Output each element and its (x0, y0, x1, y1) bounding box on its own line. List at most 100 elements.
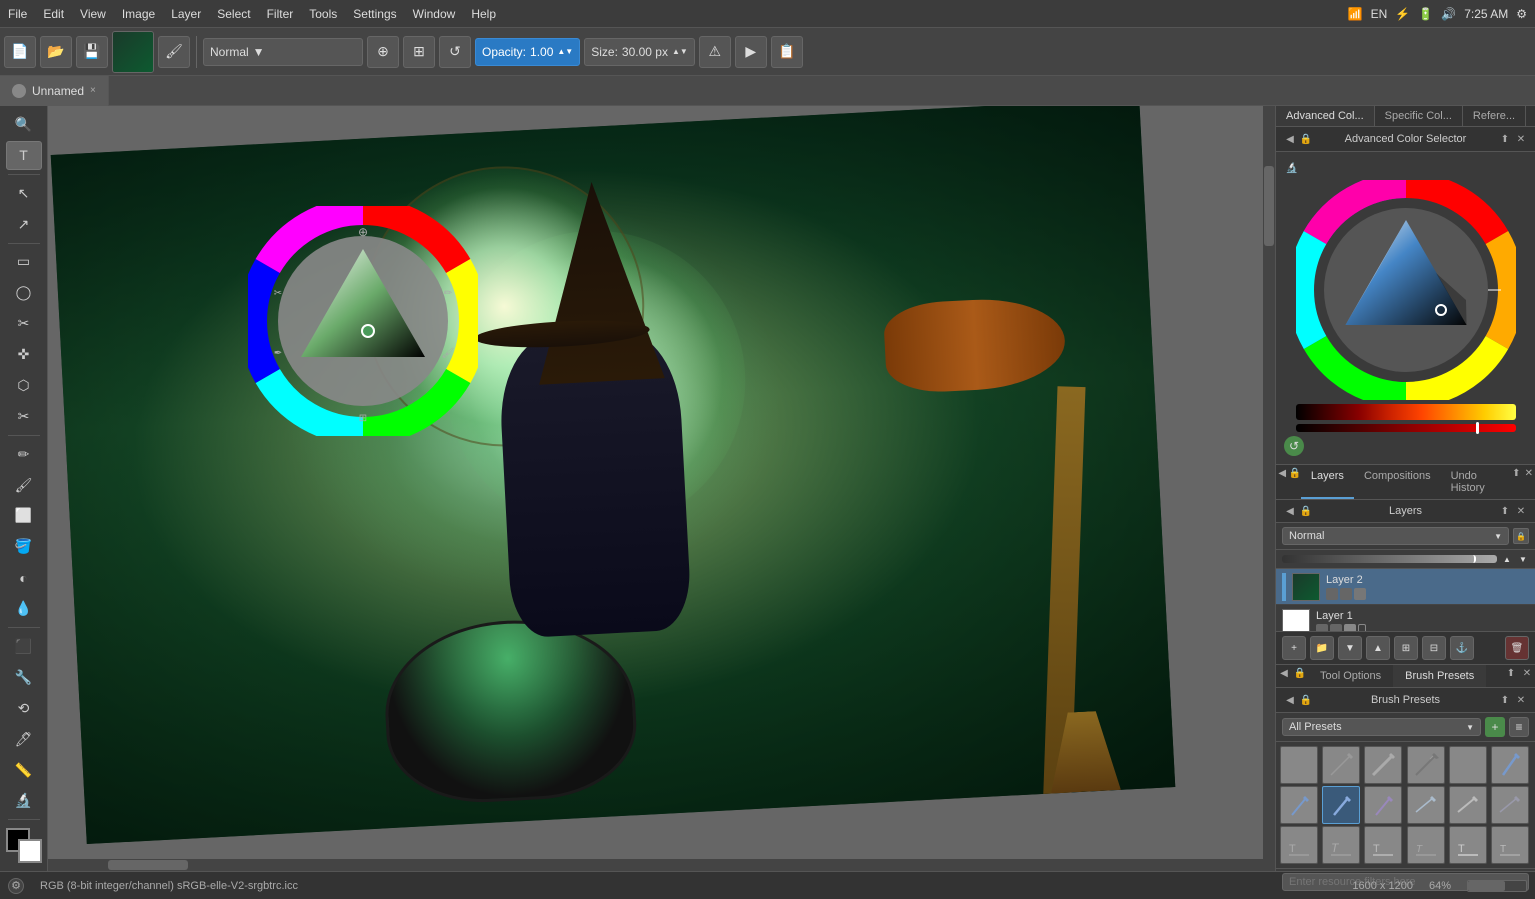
layers-header-float[interactable]: ⬆ (1497, 503, 1513, 519)
hue-bar[interactable] (1296, 424, 1516, 432)
tool-rect-select[interactable]: ▭ (6, 247, 42, 276)
horizontal-scrollbar[interactable] (48, 859, 1263, 871)
layer-row[interactable]: Layer 2 (1276, 569, 1535, 605)
tool-zoom[interactable]: 🔍 (6, 110, 42, 139)
tool-crop[interactable]: ⟲ (6, 694, 42, 723)
color-panel-close-btn[interactable]: ✕ (1513, 131, 1529, 147)
brush-panel-expand[interactable]: ◀ (1276, 665, 1292, 681)
layers-panel-expand-btn[interactable]: ◀ (1276, 465, 1288, 481)
tool-measure[interactable]: 📏 (6, 756, 42, 785)
status-icon[interactable]: ⚙ (8, 878, 24, 894)
brush-header-close[interactable]: ✕ (1513, 692, 1529, 708)
tab-advanced-color[interactable]: Advanced Col... (1276, 106, 1375, 126)
tab-close-button[interactable]: × (90, 85, 96, 96)
layer-delete-btn[interactable]: 🗑 (1505, 636, 1529, 660)
refresh-button[interactable]: ↺ (439, 36, 471, 68)
new-button[interactable]: 📄 (4, 36, 36, 68)
color-wheel-container[interactable] (1296, 180, 1516, 400)
layer-copy-btn[interactable]: ⊞ (1394, 636, 1418, 660)
warn-button[interactable]: ⚠ (699, 36, 731, 68)
tab-undo-history[interactable]: Undo History (1441, 465, 1511, 499)
tool-text[interactable]: T (6, 141, 42, 170)
brush-item[interactable] (1280, 786, 1318, 824)
brush-panel-lock[interactable]: 🔒 (1292, 665, 1308, 681)
brush-item[interactable] (1449, 786, 1487, 824)
brush-header-lock[interactable]: 🔒 (1298, 692, 1314, 708)
layer-opacity-slider[interactable] (1282, 555, 1497, 563)
fg-bg-colors[interactable] (6, 828, 42, 863)
layer-mode-dropdown[interactable]: Normal ▼ (1282, 527, 1509, 545)
layer-opacity-controls[interactable]: 🔒 (1513, 528, 1529, 544)
brush-item[interactable] (1491, 746, 1529, 784)
vertical-scroll-thumb[interactable] (1264, 166, 1274, 246)
tool-scissors[interactable]: ✂ (6, 402, 42, 431)
play-button[interactable]: ▶ (735, 36, 767, 68)
brush-item[interactable] (1491, 786, 1529, 824)
menu-help[interactable]: Help (463, 3, 504, 25)
menu-edit[interactable]: Edit (35, 3, 72, 25)
opacity-control[interactable]: Opacity: 1.00 ▲▼ (475, 38, 580, 66)
layers-panel-float-btn[interactable]: ⬆ (1510, 465, 1522, 481)
brush-item[interactable]: T (1407, 826, 1445, 864)
horizontal-scroll-thumb[interactable] (108, 860, 188, 870)
opacity-stepper[interactable]: ▲▼ (557, 47, 573, 56)
tab-reference[interactable]: Refere... (1463, 106, 1526, 126)
layer-group-btn[interactable]: 📁 (1310, 636, 1334, 660)
tool-paintbrush[interactable]: 🖌 (6, 471, 42, 500)
tool-colorpicker[interactable]: 🔬 (6, 787, 42, 816)
brush-panel-close[interactable]: ✕ (1519, 665, 1535, 681)
brush-item[interactable] (1407, 786, 1445, 824)
canvas-tab[interactable]: Unnamed × (0, 76, 109, 106)
vertical-scrollbar[interactable] (1263, 106, 1275, 871)
brush-item[interactable] (1364, 786, 1402, 824)
layers-header-close[interactable]: ✕ (1513, 503, 1529, 519)
brush-header-expand[interactable]: ◀ (1282, 692, 1298, 708)
zoom-bar[interactable] (1467, 880, 1527, 892)
tool-option-2[interactable]: ⊞ (403, 36, 435, 68)
layer-down-btn[interactable]: ▼ (1338, 636, 1362, 660)
tool-fill[interactable]: 🪣 (6, 532, 42, 561)
color-panel-float-btn[interactable]: ⬆ (1497, 131, 1513, 147)
tool-fuzzy-select[interactable]: ✜ (6, 340, 42, 369)
brush-item[interactable]: T (1364, 826, 1402, 864)
blend-mode-dropdown[interactable]: Normal ▼ (203, 38, 363, 66)
tool-pencil[interactable]: ✏ (6, 440, 42, 469)
brush-item-selected[interactable] (1322, 786, 1360, 824)
tab-specific-color[interactable]: Specific Col... (1375, 106, 1463, 126)
artwork[interactable] (51, 106, 1176, 844)
menu-select[interactable]: Select (209, 3, 258, 25)
tab-layers[interactable]: Layers (1301, 465, 1354, 499)
layer-up-btn[interactable]: ▲ (1366, 636, 1390, 660)
menu-file[interactable]: File (0, 3, 35, 25)
layers-panel-lock-btn[interactable]: 🔒 (1288, 465, 1300, 481)
brush-item[interactable] (1364, 746, 1402, 784)
menu-settings[interactable]: Settings (345, 3, 404, 25)
brush-item[interactable] (1322, 746, 1360, 784)
layer-opacity-lock[interactable]: 🔒 (1513, 528, 1529, 544)
layers-header-lock[interactable]: 🔒 (1298, 503, 1314, 519)
color-picker-icon[interactable]: 🔬 (1284, 160, 1300, 176)
menu-tools[interactable]: Tools (301, 3, 345, 25)
tool-dodge-burn[interactable]: ◐ (6, 563, 42, 592)
menu-view[interactable]: View (72, 3, 114, 25)
brush-preset-dropdown[interactable]: All Presets ▼ (1282, 718, 1481, 736)
action-button[interactable]: 📋 (771, 36, 803, 68)
tool-free-select[interactable]: ✂ (6, 309, 42, 338)
layer-row[interactable]: Layer 1 (1276, 605, 1535, 631)
panel-color-wheel[interactable]: 🔬 (1276, 152, 1535, 464)
brush-item[interactable]: T (1491, 826, 1529, 864)
brush-item[interactable] (1280, 746, 1318, 784)
brush-item[interactable]: T (1322, 826, 1360, 864)
tab-compositions[interactable]: Compositions (1354, 465, 1441, 499)
brush-item[interactable] (1407, 746, 1445, 784)
open-button[interactable]: 📂 (40, 36, 72, 68)
tool-paths[interactable]: 🖊 (6, 725, 42, 754)
menu-image[interactable]: Image (114, 3, 163, 25)
tool-transform[interactable]: ⬛ (6, 632, 42, 661)
brush-header-float[interactable]: ⬆ (1497, 692, 1513, 708)
layer-add-btn[interactable]: + (1282, 636, 1306, 660)
layer-up-arrow[interactable]: ▲ (1501, 553, 1513, 565)
layer-merge-btn[interactable]: ⊟ (1422, 636, 1446, 660)
save-button[interactable]: 💾 (76, 36, 108, 68)
layer-opacity-row[interactable]: ▲ ▼ (1276, 550, 1535, 569)
